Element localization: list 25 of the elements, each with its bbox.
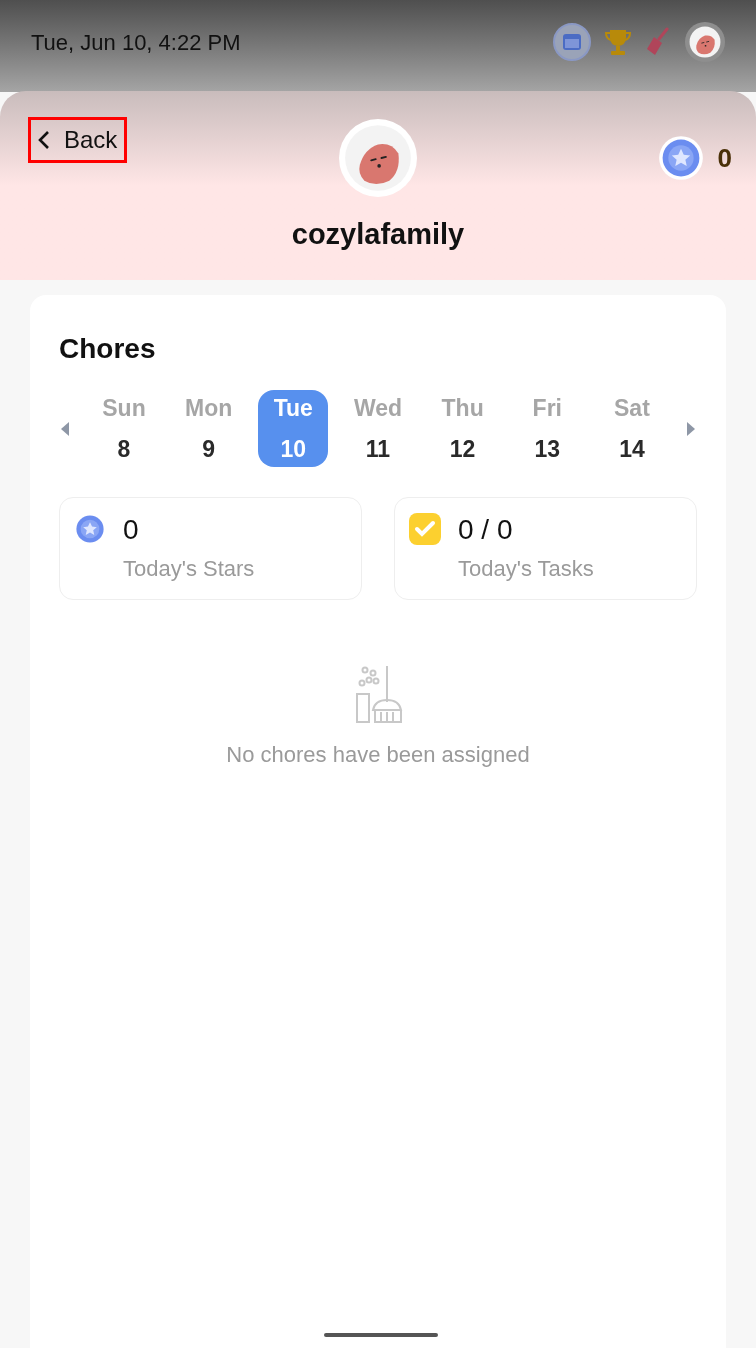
day-tab[interactable]: Sun 8: [89, 390, 159, 467]
empty-message: No chores have been assigned: [226, 741, 530, 769]
stat-label: Today's Stars: [123, 555, 255, 583]
date-time: Tue, Jun 10, 4:22 PM: [31, 28, 241, 57]
stat-label: Today's Tasks: [458, 555, 594, 583]
day-tab[interactable]: Wed 11: [342, 390, 413, 467]
calendar-icon[interactable]: [553, 23, 591, 61]
checkmark-icon: [408, 512, 442, 546]
stat-value: 0 / 0: [458, 513, 514, 547]
trophy-icon[interactable]: [605, 27, 631, 57]
avatar-icon: [689, 26, 721, 58]
chores-title: Chores: [59, 332, 157, 366]
back-button[interactable]: Back: [28, 117, 128, 163]
next-week-icon[interactable]: [685, 419, 697, 438]
chevron-left-icon: [38, 130, 50, 150]
broom-icon[interactable]: [645, 27, 671, 57]
avatar-button[interactable]: [685, 22, 725, 62]
day-tab[interactable]: Sat 14: [596, 390, 667, 467]
star-count: 0: [717, 141, 732, 175]
username: cozylafamily: [291, 217, 465, 252]
stat-value: 0: [123, 513, 140, 547]
previous-week-icon[interactable]: [59, 419, 71, 438]
day-tab[interactable]: Mon 9: [173, 390, 244, 467]
day-tab[interactable]: Thu 12: [427, 390, 498, 467]
day-tab[interactable]: Fri 13: [512, 390, 583, 467]
